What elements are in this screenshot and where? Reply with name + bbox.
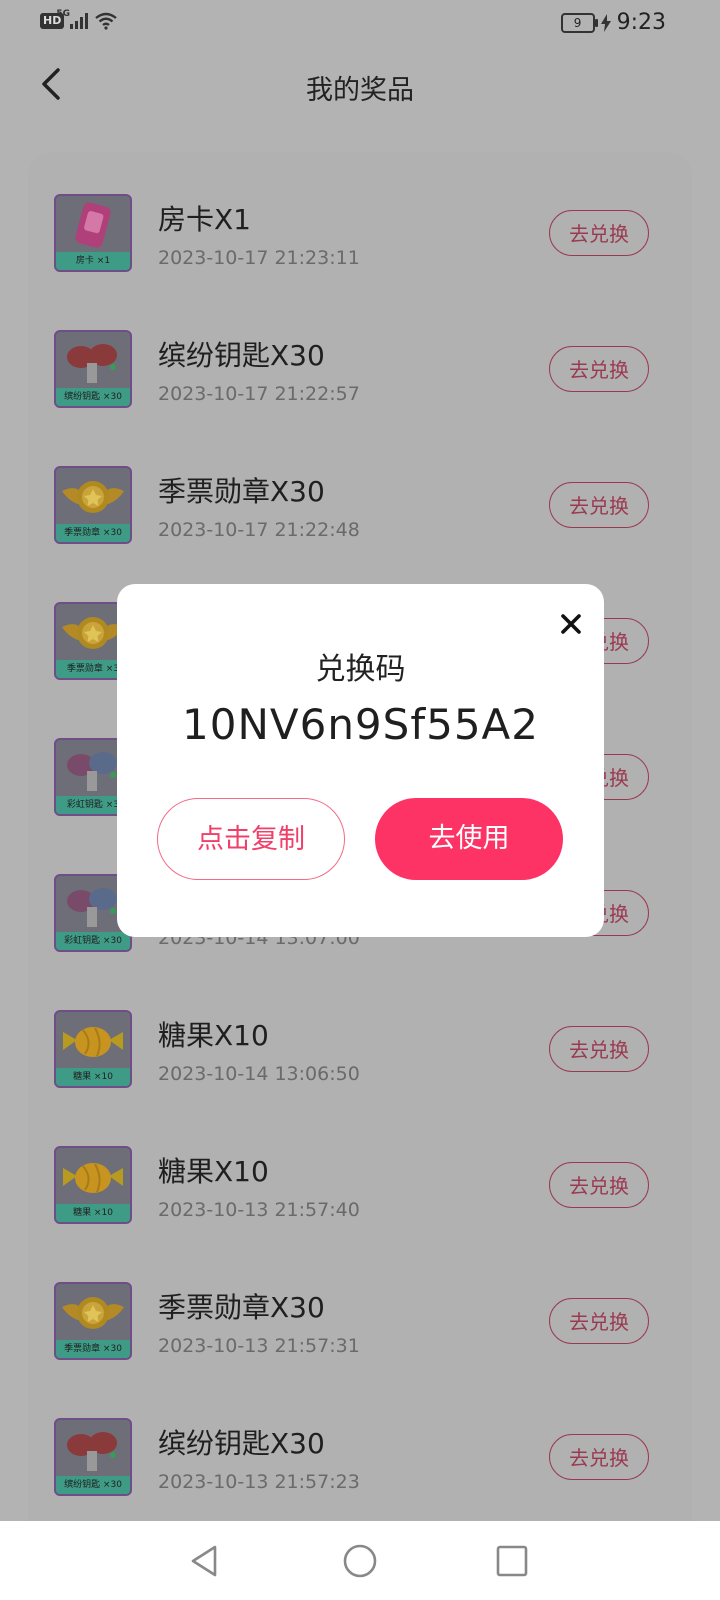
redeem-button[interactable]: 去兑换 — [549, 1162, 649, 1208]
prize-date: 2023-10-13 21:57:40 — [158, 1199, 360, 1221]
recents-nav-icon[interactable] — [494, 1543, 530, 1579]
redeem-button[interactable]: 去兑换 — [549, 482, 649, 528]
colorful-key-icon — [67, 1432, 117, 1471]
rainbow-key-icon — [67, 752, 117, 791]
prize-caption: 房卡 ×1 — [56, 252, 130, 270]
list-item: 缤纷钥匙 ×30 缤纷钥匙X30 2023-10-13 21:57:23 去兑换 — [28, 1376, 692, 1512]
list-item: 糖果 ×10 糖果X10 2023-10-13 21:57:40 去兑换 — [28, 1104, 692, 1240]
wifi-icon — [95, 12, 118, 30]
redeem-button[interactable]: 去兑换 — [549, 1298, 649, 1344]
prize-thumbnail: 缤纷钥匙 ×30 — [54, 1418, 132, 1496]
redeem-code-dialog: 兑换码 10NV6n9Sf55A2 点击复制 去使用 — [117, 584, 604, 937]
redeem-button[interactable]: 去兑换 — [549, 1434, 649, 1480]
system-nav-bar — [0, 1521, 720, 1600]
redeem-button[interactable]: 去兑换 — [549, 210, 649, 256]
prize-thumbnail: 季票勋章 ×30 — [54, 1282, 132, 1360]
prize-name: 季票勋章X30 — [158, 475, 325, 508]
battery-icon: 9 — [560, 12, 598, 33]
signal-icon: 5G — [56, 9, 89, 29]
prize-date: 2023-10-13 21:57:31 — [158, 1335, 360, 1357]
candy-icon — [63, 1163, 123, 1193]
page-title: 我的奖品 — [306, 75, 414, 106]
charging-icon — [600, 13, 611, 32]
colorful-key-icon — [67, 344, 117, 383]
prize-caption: 季票勋章 ×30 — [56, 524, 130, 542]
prize-caption: 缤纷钥匙 ×30 — [56, 1476, 130, 1494]
list-item: 房卡 ×1 房卡X1 2023-10-17 21:23:11 去兑换 — [28, 152, 692, 288]
prize-caption: 糖果 ×10 — [56, 1204, 130, 1222]
prize-caption: 糖果 ×10 — [56, 1068, 130, 1086]
prize-date: 2023-10-17 21:23:11 — [158, 247, 360, 269]
prize-date: 2023-10-17 21:22:57 — [158, 383, 360, 405]
prize-thumbnail: 房卡 ×1 — [54, 194, 132, 272]
prize-thumbnail: 糖果 ×10 — [54, 1146, 132, 1224]
room-card-icon — [75, 202, 111, 248]
prize-name: 缤纷钥匙X30 — [158, 339, 325, 372]
candy-icon — [63, 1027, 123, 1057]
list-item: 缤纷钥匙 ×30 缤纷钥匙X30 2023-10-17 21:22:57 去兑换 — [28, 288, 692, 424]
prize-date: 2023-10-17 21:22:48 — [158, 519, 360, 541]
prize-caption: 彩虹钥匙 ×30 — [56, 932, 130, 950]
list-item: 季票勋章 ×30 季票勋章X30 2023-10-13 21:57:31 去兑换 — [28, 1240, 692, 1376]
close-icon[interactable] — [557, 610, 585, 638]
prize-name: 糖果X10 — [158, 1155, 269, 1188]
rainbow-key-icon — [67, 888, 117, 927]
back-nav-icon[interactable] — [187, 1543, 223, 1579]
app-header: 我的奖品 — [0, 50, 720, 126]
prize-date: 2023-10-13 21:57:23 — [158, 1471, 360, 1493]
season-medal-icon — [62, 481, 124, 513]
prize-caption: 缤纷钥匙 ×30 — [56, 388, 130, 406]
network-type: 5G — [56, 9, 70, 19]
home-nav-icon[interactable] — [342, 1543, 378, 1579]
prize-thumbnail: 糖果 ×10 — [54, 1010, 132, 1088]
prize-thumbnail: 季票勋章 ×30 — [54, 466, 132, 544]
list-item: 季票勋章 ×30 季票勋章X30 2023-10-17 21:22:48 去兑换 — [28, 424, 692, 560]
prize-name: 糖果X10 — [158, 1019, 269, 1052]
redeem-code: 10NV6n9Sf55A2 — [182, 700, 539, 749]
redeem-button[interactable]: 去兑换 — [549, 1026, 649, 1072]
status-bar: HD 5G 9 9:23 — [0, 0, 720, 50]
season-medal-icon — [62, 1297, 124, 1329]
prize-thumbnail: 缤纷钥匙 ×30 — [54, 330, 132, 408]
dialog-title: 兑换码 — [315, 652, 406, 687]
clock: 9:23 — [616, 10, 666, 35]
prize-name: 房卡X1 — [158, 203, 251, 236]
prize-caption: 季票勋章 ×30 — [56, 1340, 130, 1358]
prize-name: 季票勋章X30 — [158, 1291, 325, 1324]
prize-date: 2023-10-14 13:06:50 — [158, 1063, 360, 1085]
prize-name: 缤纷钥匙X30 — [158, 1427, 325, 1460]
use-button[interactable]: 去使用 — [375, 798, 563, 880]
list-item: 糖果 ×10 糖果X10 2023-10-14 13:06:50 去兑换 — [28, 968, 692, 1104]
redeem-button[interactable]: 去兑换 — [549, 346, 649, 392]
copy-button[interactable]: 点击复制 — [157, 798, 345, 880]
